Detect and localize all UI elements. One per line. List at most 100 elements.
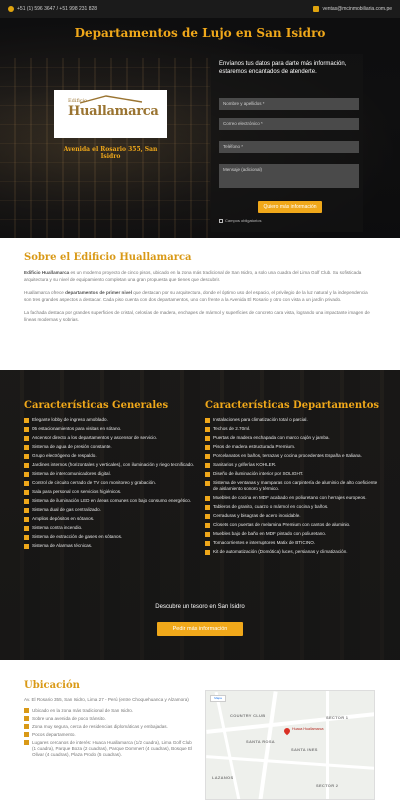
request-info-button[interactable]: Pedir más información (157, 622, 243, 636)
list-item: Sistema de iluminación LED en áreas comu… (24, 498, 199, 504)
list-item: Sanitarios y griferías KOHLER. (205, 462, 380, 468)
list-item: Kit de automatización (Domótica) luces, … (205, 549, 380, 555)
cta-text: Descubre un tesoro en San Isidro (155, 604, 245, 610)
phone-field[interactable]: Teléfono * (219, 141, 359, 153)
about-paragraph-2: Huallamarca ofrece departamentos de prim… (24, 289, 376, 303)
location-title: Ubicación (24, 680, 80, 691)
list-item: Zona muy segura, cerca de residencias di… (24, 724, 194, 730)
feature-text: Techos de 2.70ml. (213, 426, 251, 431)
location-text: Sobre una avenida de poco tránsito. (32, 715, 106, 721)
list-item: Ubicado en la zona más tradicional de Sa… (24, 708, 194, 714)
check-icon (24, 417, 29, 423)
list-item: Lugares cercanos de interés: Huaca Huall… (24, 740, 194, 758)
feature-text: Sistema dual de gas centralizado. (32, 507, 101, 512)
list-item: Sistema de intercomunicadores digital. (24, 471, 199, 477)
check-icon (205, 540, 210, 546)
feature-text: Pisos de madera estructurada Premium. (213, 444, 296, 449)
feature-text: Muebles bajo de baño en MDF pintado con … (213, 531, 327, 536)
phone-icon (8, 6, 14, 12)
list-item: Instalaciones para climatización total o… (205, 417, 380, 423)
message-field[interactable]: Mensaje (adicional) (219, 164, 359, 188)
check-icon (24, 534, 29, 540)
about-p2-start: Huallamarca ofrece (24, 290, 66, 295)
feature-text: Sistema de iluminación LED en áreas comu… (32, 498, 192, 503)
feature-text: Tomacorrientes e interruptores Matix de … (213, 540, 316, 545)
list-item: Sistema de Alarmas técnicas. (24, 543, 199, 549)
feature-text: Sistema de extracción de gases en sótano… (32, 534, 123, 539)
feature-text: Sanitarios y griferías KOHLER. (213, 462, 277, 467)
consent-row[interactable]: Campos obligatorios (219, 218, 261, 223)
feature-text: Control de circuito cerrado de TV con mo… (32, 480, 157, 485)
map-label: SECTOR 1 (326, 715, 349, 720)
name-field[interactable]: Nombre y apellidos * (219, 98, 359, 110)
hero-title: Departamentos de Lujo en San Isidro (74, 26, 326, 40)
feature-text: Muebles de cocina en MDF acabado en poli… (213, 495, 367, 500)
phone-group[interactable]: +51 (1) 596 3647 / +51 998 231 828 (8, 6, 97, 12)
feature-text: Sistema de intercomunicadores digital. (32, 471, 111, 476)
location-text: Lugares cercanos de interés: Huaca Huall… (32, 739, 193, 757)
mail-icon (313, 6, 320, 12)
consent-checkbox[interactable] (219, 218, 223, 223)
feature-text: Sistema de agua de presión constante. (32, 444, 112, 449)
feature-text: Grupo electrógeno de respaldo. (32, 453, 97, 458)
check-icon (205, 549, 210, 555)
list-item: Sistema de agua de presión constante. (24, 444, 199, 450)
check-icon (24, 740, 29, 745)
location-section: Ubicación Av. El Rosario 355, San Isidro… (24, 680, 194, 760)
location-map[interactable]: Mapa COUNTRY CLUB SECTOR 1 SANTA ROSA SA… (205, 690, 375, 800)
check-icon (24, 444, 29, 450)
top-bar: +51 (1) 596 3647 / +51 998 231 828 venta… (0, 0, 400, 18)
check-icon (205, 435, 210, 441)
list-item: Grupo electrógeno de respaldo. (24, 453, 199, 459)
check-icon (24, 543, 29, 549)
about-paragraph-1: Edificio Huallamarca es un moderno proye… (24, 269, 376, 283)
check-icon (24, 507, 29, 513)
list-item: Techos de 2.70ml. (205, 426, 380, 432)
about-section: Sobre el Edificio Huallamarca Edificio H… (24, 252, 376, 329)
list-item: Muebles de cocina en MDF acabado en poli… (205, 495, 380, 501)
feature-text: Elegante lobby de ingreso amoblado. (32, 417, 108, 422)
feature-text: Closets con puertas de melamina Premium … (213, 522, 351, 527)
about-title: Sobre el Edificio Huallamarca (24, 252, 192, 263)
phone-numbers[interactable]: +51 (1) 596 3647 / +51 998 231 828 (17, 6, 97, 12)
list-item: Diseño de iluminación interior por SOLIG… (205, 471, 380, 477)
list-item: Cerraduras y bisagras de acero inoxidabl… (205, 513, 380, 519)
map-type-button[interactable]: Mapa (210, 695, 226, 702)
check-icon (205, 531, 210, 537)
check-icon (24, 453, 29, 459)
check-icon (205, 417, 210, 423)
email-field[interactable]: Correo electrónico * (219, 118, 359, 130)
email-group[interactable]: ventas@mcinmobiliaria.com.pe (313, 6, 392, 12)
general-features-title: Características Generales (24, 400, 169, 411)
location-pin-icon[interactable] (282, 726, 292, 736)
submit-button[interactable]: Quiero más información (258, 201, 322, 213)
check-icon (205, 444, 210, 450)
list-item: Puertas de madera enchapada con marco ca… (205, 435, 380, 441)
check-icon (24, 516, 29, 522)
map-label: SANTA INES (291, 747, 318, 752)
feature-text: Sistema de Alarmas técnicas. (32, 543, 93, 548)
feature-text: Porcelanatos en baños, terrazas y cocina… (213, 453, 362, 458)
map-label: COUNTRY CLUB (230, 713, 266, 718)
check-icon (24, 525, 29, 531)
check-icon (24, 732, 29, 737)
check-icon (24, 426, 29, 432)
check-icon (24, 471, 29, 477)
check-icon (24, 435, 29, 441)
check-icon (24, 462, 29, 468)
check-icon (24, 708, 29, 713)
feature-text: Sistema contra incendio. (32, 525, 83, 530)
list-item: Sistema de extracción de gases en sótano… (24, 534, 199, 540)
form-lead-text: Envíanos tus datos para darte más inform… (219, 61, 347, 75)
check-icon (205, 513, 210, 519)
about-p2-bold: departamentos de primer nivel (65, 290, 132, 295)
list-item: Jardines internos (horizontales y vertic… (24, 462, 199, 468)
hero-section: Departamentos de Lujo en San Isidro Edif… (0, 18, 400, 238)
check-icon (205, 480, 210, 486)
map-road (258, 691, 278, 799)
email-address[interactable]: ventas@mcinmobiliaria.com.pe (322, 6, 392, 12)
list-item: Sala para personal con servicios higiéni… (24, 489, 199, 495)
list-item: Sistema de ventanas y mamparas con carpi… (205, 480, 380, 492)
consent-label: Campos obligatorios (225, 218, 262, 223)
apartment-features: Características Departamentos Instalacio… (205, 400, 380, 558)
